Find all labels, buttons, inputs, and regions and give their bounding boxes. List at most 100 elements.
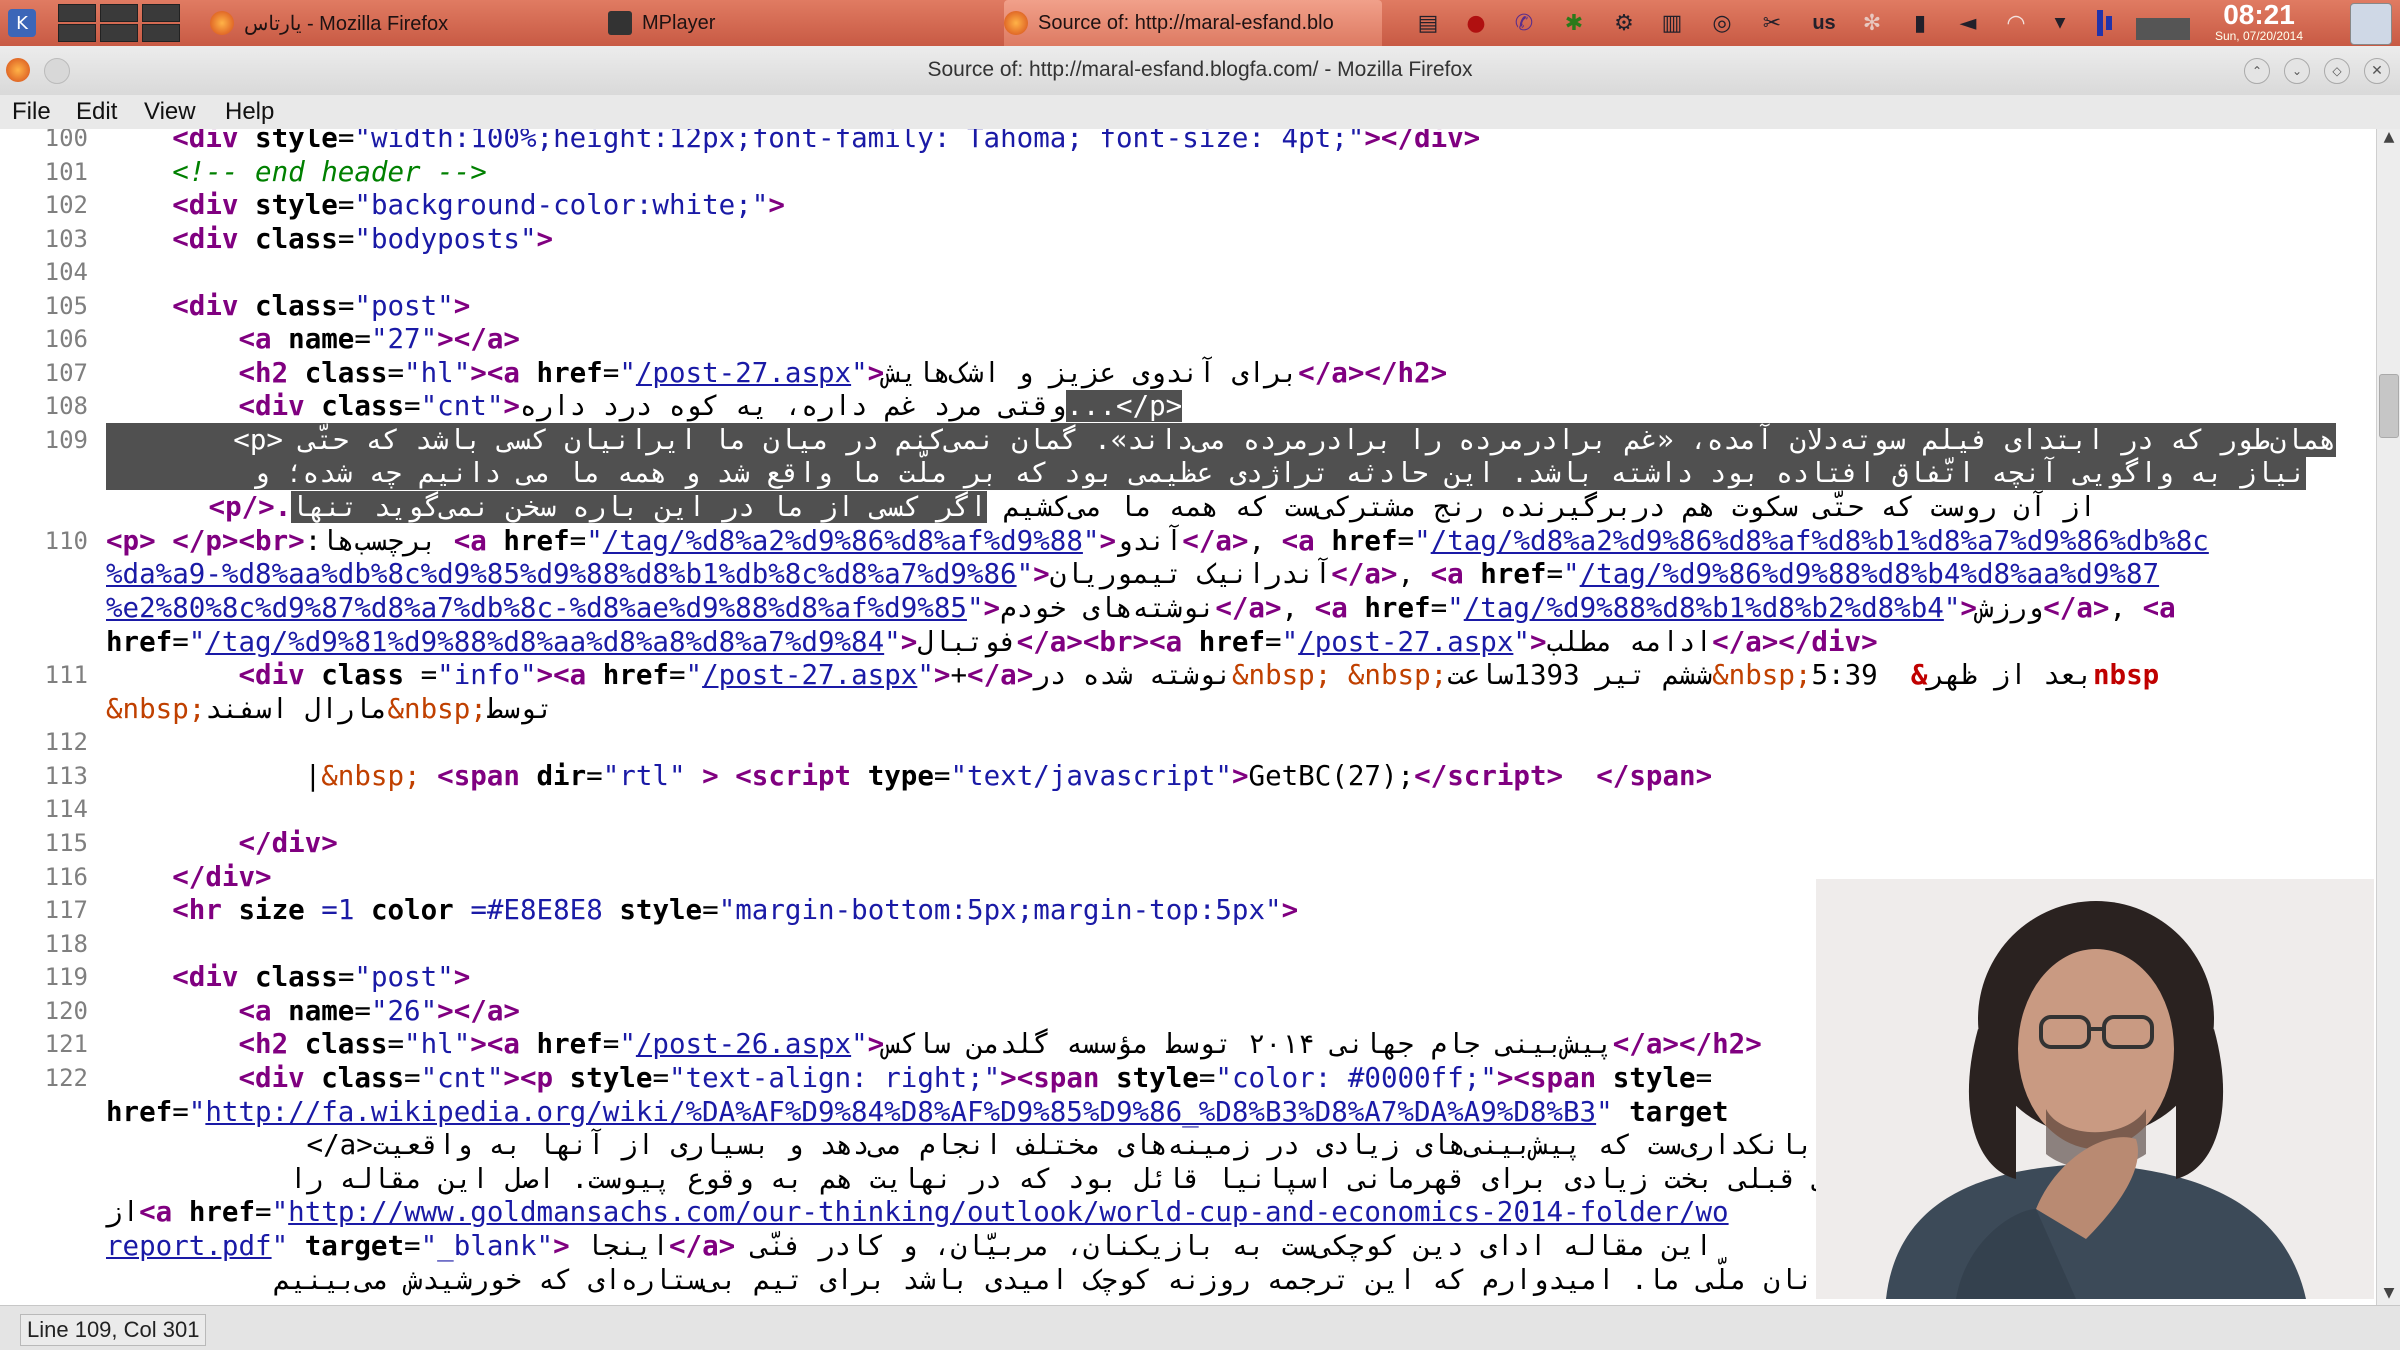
- code-line-111a: <div class ="info"><a href="/post-27.asp…: [238, 659, 2160, 691]
- code-line-106: <a name="27"></a>: [238, 323, 520, 355]
- vertical-scrollbar[interactable]: ▲ ▼: [2376, 129, 2400, 1305]
- chevron-down-icon[interactable]: ▼: [2046, 9, 2074, 37]
- line-number: 110: [44, 527, 88, 555]
- menu-help[interactable]: Help: [225, 95, 274, 129]
- line-number: [0, 1128, 88, 1162]
- line-number: [0, 1095, 88, 1129]
- firefox-icon: [210, 11, 234, 35]
- code-line-122g: قهرمانان ملّی ما. امیدوارم که این ترجمه …: [273, 1264, 1896, 1296]
- close-icon[interactable]: ✕: [2364, 58, 2390, 84]
- clipboard-icon[interactable]: ▤: [1414, 9, 1442, 37]
- code-line-109a: همان‌طور که در ابتدای فیلم سوته‌دلان آمد…: [106, 423, 2336, 457]
- line-number: [0, 625, 88, 659]
- line-number: [0, 1229, 88, 1263]
- keyboard-layout[interactable]: us: [1806, 9, 1842, 37]
- maximize-icon[interactable]: ◇: [2324, 58, 2350, 84]
- code-line-110c: %e2%80%8c%d9%87%d8%a7%db%8c-%d8%ae%d9%88…: [106, 592, 2176, 624]
- task-mplayer[interactable]: MPlayer: [608, 0, 988, 46]
- settings-icon[interactable]: ⚙: [1610, 9, 1638, 37]
- code-line-122d: جهانی قبلی بخت زیادی برای قهرمانی اسپانی…: [290, 1163, 1896, 1195]
- line-number: 107: [44, 359, 88, 387]
- code-line-103: <div class="bodyposts">: [172, 223, 554, 255]
- workspace-1[interactable]: [58, 4, 96, 22]
- line-number: 113: [44, 762, 88, 790]
- link-post-27[interactable]: /post-27.aspx: [636, 357, 851, 389]
- code-line-108: <div class="cnt">وقتی مرد غم داره، یه کو…: [238, 390, 1183, 422]
- line-number: 119: [44, 963, 88, 991]
- scissors-icon[interactable]: ✂: [1758, 9, 1786, 37]
- line-number: [0, 490, 88, 524]
- lifebuoy-icon[interactable]: ◎: [1708, 9, 1736, 37]
- firefox-icon: [1004, 11, 1028, 35]
- clock[interactable]: 08:21 Sun, 07/20/2014: [2200, 0, 2318, 46]
- menu-view[interactable]: View: [144, 95, 196, 129]
- line-number: 120: [44, 997, 88, 1025]
- task-firefox-source[interactable]: Source of: http://maral-esfand.blo: [1004, 0, 1382, 46]
- line-number: 105: [44, 292, 88, 320]
- memory-monitor-icon: [2136, 18, 2190, 40]
- line-number: 115: [44, 829, 88, 857]
- task-label: MPlayer: [642, 11, 716, 34]
- code-line-102: <div style="background-color:white;">: [172, 189, 785, 221]
- menu-bar: File Edit View Help: [0, 95, 2400, 130]
- line-number: 103: [44, 225, 88, 253]
- task-label: یارتاس - Mozilla Firefox: [244, 12, 449, 35]
- code-line-110b: %da%a9-%d8%aa%db%8c%d9%85%d9%88%d8%b1%db…: [106, 558, 2160, 590]
- wifi-icon[interactable]: ◠: [2002, 9, 2030, 37]
- workspace-3[interactable]: [142, 4, 180, 22]
- line-number: [0, 591, 88, 625]
- show-desktop-icon[interactable]: [2350, 3, 2392, 45]
- task-firefox-1[interactable]: یارتاس - Mozilla Firefox: [210, 0, 590, 46]
- cpu-monitor-icon: [2090, 9, 2118, 37]
- clock-time: 08:21: [2223, 0, 2295, 30]
- line-number: 122: [44, 1064, 88, 1092]
- code-line-107: <h2 class="hl"><a href="/post-27.aspx">ب…: [238, 357, 1448, 389]
- code-line-100: <div style="width:100%;height:12px;font-…: [172, 129, 1481, 154]
- code-line-109b: نیاز به واگویی آنچه اتّفاق افتاده بود دا…: [106, 456, 2306, 490]
- status-bar: Line 109, Col 301: [0, 1305, 2400, 1350]
- scroll-up-icon[interactable]: ▲: [2377, 129, 2400, 149]
- minimize-icon[interactable]: ⌄: [2284, 58, 2310, 84]
- line-number: 104: [44, 258, 88, 286]
- line-number: [0, 1162, 88, 1196]
- line-number: 114: [44, 795, 88, 823]
- line-number: 116: [44, 863, 88, 891]
- code-line-101: <!-- end header -->: [172, 156, 487, 188]
- person-image: [1816, 879, 2374, 1299]
- menu-file[interactable]: File: [12, 95, 51, 129]
- line-number: 100: [44, 129, 88, 152]
- line-number: 121: [44, 1030, 88, 1058]
- line-number: [0, 456, 88, 490]
- cursor-position: Line 109, Col 301: [20, 1314, 207, 1346]
- window-title: Source of: http://maral-esfand.blogfa.co…: [927, 58, 1473, 81]
- line-number: 108: [44, 392, 88, 420]
- workspace-4[interactable]: [58, 24, 96, 42]
- volume-icon[interactable]: ◄: [1954, 9, 1982, 37]
- line-number: 111: [44, 661, 88, 689]
- battery-icon[interactable]: ▮: [1906, 9, 1934, 37]
- menu-edit[interactable]: Edit: [76, 95, 117, 129]
- line-number: 101: [44, 158, 88, 186]
- code-line-110d: href="/tag/%d9%81%d9%88%d8%aa%d8%a8%d8%a…: [106, 626, 1878, 658]
- code-line-109c: از آن روست که حتّی سکوت هم دربرگیرنده رن…: [208, 491, 2096, 523]
- scrollbar-thumb[interactable]: [2379, 374, 2399, 438]
- record-icon[interactable]: ●: [1462, 9, 1490, 37]
- line-number: 118: [44, 930, 88, 958]
- webcam-overlay: [1816, 879, 2374, 1299]
- workspace-2[interactable]: [100, 4, 138, 22]
- scroll-down-icon[interactable]: ▼: [2377, 1285, 2400, 1305]
- line-number: 102: [44, 191, 88, 219]
- line-number: [0, 1195, 88, 1229]
- viber-icon[interactable]: ✆: [1510, 9, 1538, 37]
- task-label: Source of: http://maral-esfand.blo: [1038, 11, 1334, 34]
- workspace-6[interactable]: [142, 24, 180, 42]
- code-line-113: |&nbsp; <span dir="rtl" > <script type="…: [106, 760, 1713, 792]
- workspace-5[interactable]: [100, 24, 138, 42]
- window-titlebar[interactable]: Source of: http://maral-esfand.blogfa.co…: [0, 46, 2400, 96]
- bluetooth-icon[interactable]: ✻: [1858, 9, 1886, 37]
- line-number: 106: [44, 325, 88, 353]
- network-manager-icon[interactable]: ✱: [1560, 9, 1588, 37]
- book-icon[interactable]: ▥: [1658, 9, 1686, 37]
- start-menu-icon[interactable]: K: [8, 9, 36, 37]
- shade-up-icon[interactable]: ⌃: [2244, 58, 2270, 84]
